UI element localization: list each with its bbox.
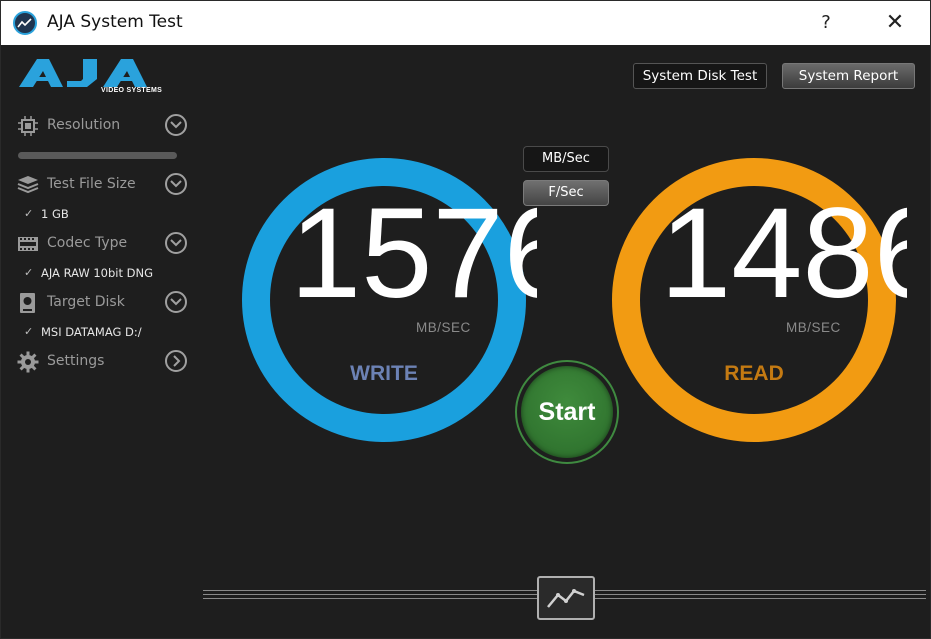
write-gauge: 1576 MB/SEC WRITE — [234, 150, 537, 450]
logo-subtitle: VIDEO SYSTEMS — [101, 87, 163, 94]
write-unit: MB/SEC — [416, 320, 471, 335]
resolution-label: Resolution — [47, 117, 121, 133]
graph-button[interactable] — [537, 576, 595, 620]
chevron-down-icon[interactable] — [165, 232, 187, 254]
start-button[interactable]: Start — [521, 366, 613, 458]
stack-icon — [17, 174, 39, 196]
read-label: READ — [724, 362, 784, 385]
read-unit: MB/SEC — [786, 320, 841, 335]
settings-label: Settings — [47, 353, 105, 369]
write-value-clip: 1576 — [234, 150, 537, 450]
title-bar: AJA System Test ? ✕ — [1, 1, 930, 45]
app-window: AJA System Test ? ✕ VIDEO SYSTEMS Resolu… — [0, 0, 931, 639]
line-chart-icon — [547, 589, 585, 608]
codec-type-label: Codec Type — [47, 235, 128, 251]
chevron-down-icon[interactable] — [165, 114, 187, 136]
check-icon: ✓ — [24, 207, 34, 220]
sidebar-item-test-file-size[interactable]: Test File Size — [17, 172, 189, 198]
read-gauge: 1486 MB/SEC READ — [604, 150, 907, 450]
hard-disk-icon — [17, 292, 39, 314]
write-label: WRITE — [350, 362, 418, 385]
sidebar-item-settings[interactable]: Settings — [17, 349, 189, 375]
main-panel: VIDEO SYSTEMS Resolution Test File Size … — [1, 45, 930, 638]
check-icon: ✓ — [24, 325, 34, 338]
gear-icon — [17, 351, 39, 373]
write-value: 1576 — [290, 182, 537, 325]
close-button[interactable]: ✕ — [875, 7, 915, 39]
system-disk-test-button[interactable]: System Disk Test — [633, 63, 767, 89]
read-value: 1486 — [660, 182, 907, 325]
system-report-button[interactable]: System Report — [782, 63, 915, 89]
resolution-slider[interactable] — [18, 152, 177, 159]
check-icon: ✓ — [24, 266, 34, 279]
read-value-clip: 1486 — [604, 150, 907, 450]
codec-type-value: ✓ AJA RAW 10bit DNG — [24, 266, 154, 280]
sidebar-item-codec-type[interactable]: Codec Type — [17, 231, 189, 257]
sidebar-item-target-disk[interactable]: Target Disk — [17, 290, 189, 316]
chevron-right-icon[interactable] — [165, 350, 187, 372]
app-icon — [13, 11, 37, 35]
film-strip-icon — [17, 233, 39, 255]
target-disk-value: ✓ MSI DATAMAG D:/ — [24, 325, 142, 339]
chip-icon — [17, 115, 39, 137]
test-file-size-label: Test File Size — [47, 176, 136, 192]
target-disk-label: Target Disk — [47, 294, 125, 310]
chevron-down-icon[interactable] — [165, 173, 187, 195]
test-file-size-value: ✓ 1 GB — [24, 207, 69, 221]
window-title: AJA System Test — [47, 12, 183, 32]
help-button[interactable]: ? — [807, 7, 845, 39]
chevron-down-icon[interactable] — [165, 291, 187, 313]
sidebar-item-resolution[interactable]: Resolution — [17, 113, 189, 139]
